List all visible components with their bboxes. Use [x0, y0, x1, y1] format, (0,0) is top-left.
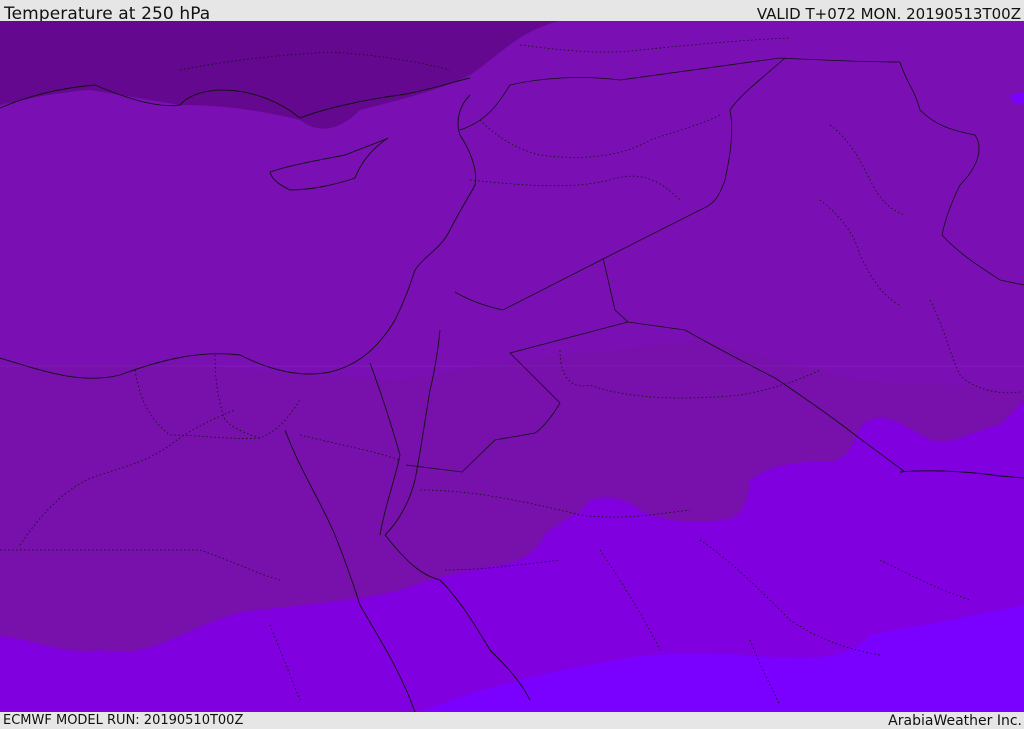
weather-map[interactable] — [0, 21, 1024, 712]
model-run-label: ECMWF MODEL RUN: 20190510T00Z — [3, 713, 244, 728]
footer-bar: ECMWF MODEL RUN: 20190510T00Z ArabiaWeat… — [0, 712, 1024, 729]
credit-label: ArabiaWeather Inc. — [888, 713, 1022, 729]
header-bar: Temperature at 250 hPa VALID T+072 MON. … — [0, 0, 1024, 24]
map-canvas — [0, 21, 1024, 712]
